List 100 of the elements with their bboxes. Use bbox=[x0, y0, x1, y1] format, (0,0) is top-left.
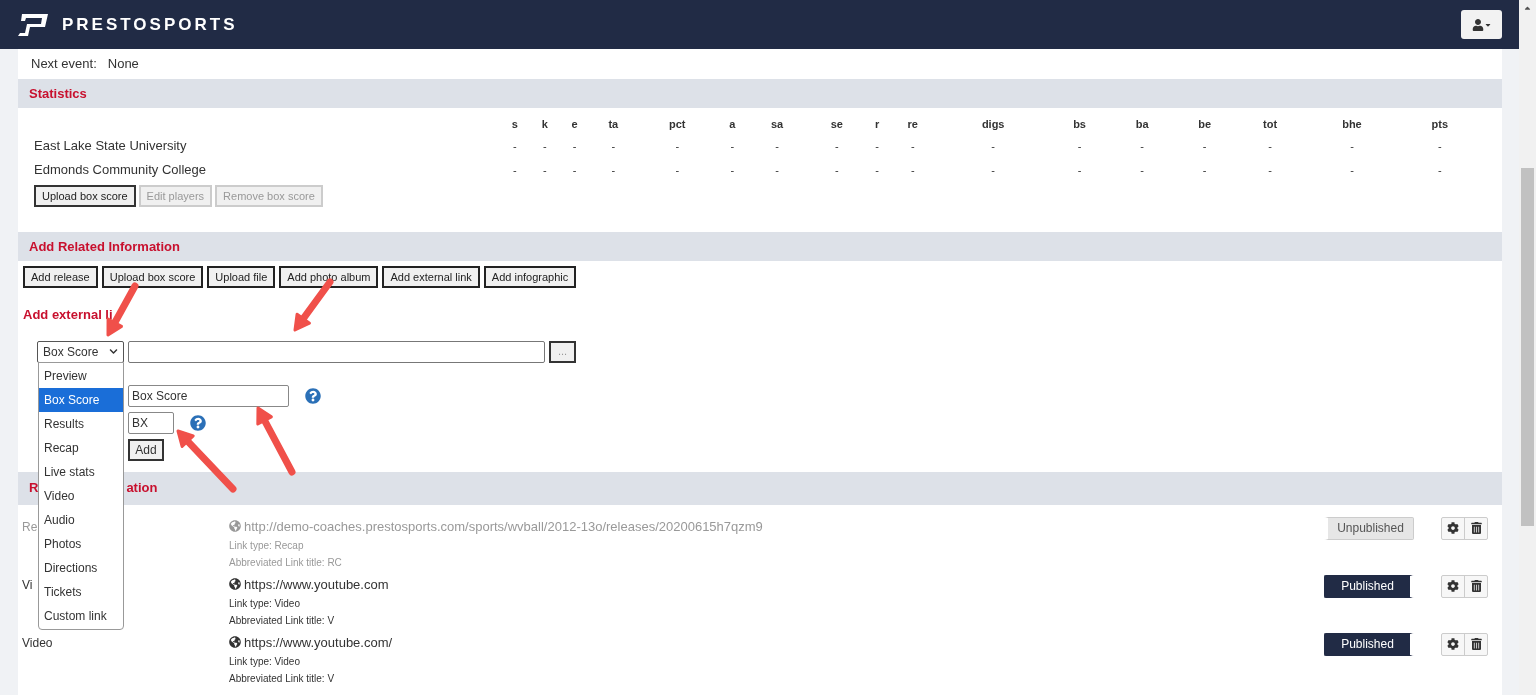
publish-toggle[interactable]: Published bbox=[1324, 632, 1414, 656]
column-header: pts bbox=[1431, 117, 1449, 130]
dropdown-option[interactable]: Audio bbox=[39, 508, 123, 532]
settings-icon bbox=[1447, 522, 1459, 534]
stat-cell: - bbox=[1077, 163, 1082, 176]
add-related-button[interactable]: Add infographic bbox=[483, 266, 577, 288]
dropdown-option[interactable]: Video bbox=[39, 484, 123, 508]
dropdown-option[interactable]: Preview bbox=[39, 364, 123, 388]
publish-toggle[interactable]: Unpublished bbox=[1324, 516, 1414, 540]
link-type-text: Link type: Video bbox=[229, 597, 301, 611]
stat-cell: - bbox=[1202, 139, 1207, 152]
logo-text: PRESTOSPORTS bbox=[62, 13, 238, 36]
stats-button[interactable]: Upload box score bbox=[34, 185, 136, 207]
next-event-value: None bbox=[107, 55, 139, 74]
dropdown-option[interactable]: Results bbox=[39, 412, 123, 436]
stat-cell: - bbox=[1268, 163, 1272, 176]
stat-cell: - bbox=[910, 163, 915, 176]
abbreviated-title-text: Abbreviated Link title: V bbox=[229, 672, 336, 686]
settings-icon bbox=[1447, 580, 1459, 592]
stat-cell: - bbox=[1350, 163, 1354, 176]
section-title: Statistics bbox=[29, 84, 87, 103]
stat-cell: - bbox=[513, 139, 517, 152]
related-item-type: Video bbox=[22, 635, 53, 650]
add-related-button[interactable]: Add photo album bbox=[279, 266, 379, 288]
link-type-text: Link type: Video bbox=[229, 655, 301, 669]
stat-cell: - bbox=[775, 163, 779, 176]
add-related-button[interactable]: Upload file bbox=[207, 266, 276, 288]
stat-cell: - bbox=[1202, 163, 1207, 176]
abbreviation-field[interactable]: BX bbox=[128, 411, 174, 434]
related-item-type: Vi bbox=[22, 577, 33, 592]
team-name: Edmonds Community College bbox=[34, 162, 206, 178]
publish-toggle[interactable]: Published bbox=[1324, 574, 1414, 598]
globe-icon bbox=[229, 636, 241, 649]
stat-cell: - bbox=[572, 139, 577, 152]
link-type-text: Link type: Recap bbox=[229, 539, 305, 553]
column-header: k bbox=[541, 117, 548, 130]
add-related-button[interactable]: Add release bbox=[23, 266, 98, 288]
stat-cell: - bbox=[572, 163, 577, 176]
annotation-arrow bbox=[106, 282, 139, 337]
related-item-type: Re bbox=[22, 519, 38, 534]
annotation-arrow bbox=[176, 429, 237, 493]
column-header: e bbox=[571, 117, 578, 130]
scroll-up-icon[interactable] bbox=[1523, 4, 1532, 13]
column-header: se bbox=[830, 117, 843, 130]
scrollbar[interactable] bbox=[1519, 0, 1536, 695]
related-link-url[interactable]: https://www.youtube.com/ bbox=[244, 632, 393, 652]
column-header: ta bbox=[608, 117, 619, 130]
settings-icon bbox=[1447, 638, 1459, 650]
globe-icon bbox=[229, 578, 241, 591]
stat-cell: - bbox=[611, 139, 616, 152]
section-title: ation bbox=[126, 479, 158, 498]
stat-cell: - bbox=[1268, 139, 1272, 152]
column-header: sa bbox=[771, 117, 784, 130]
next-event-label: Next event: bbox=[31, 55, 97, 74]
section-title: Add Related Information bbox=[29, 237, 180, 256]
stat-cell: - bbox=[834, 163, 839, 176]
column-header: bs bbox=[1073, 117, 1086, 130]
dropdown-option[interactable]: Custom link bbox=[39, 604, 123, 628]
link-type-select[interactable]: Box Score bbox=[37, 340, 124, 363]
user-menu-button[interactable] bbox=[1461, 10, 1502, 39]
trash-icon bbox=[1470, 638, 1482, 650]
stat-cell: - bbox=[991, 163, 996, 176]
abbreviated-title-text: Abbreviated Link title: RC bbox=[229, 556, 343, 570]
stat-cell: - bbox=[730, 163, 735, 176]
trash-icon bbox=[1470, 522, 1482, 534]
url-field[interactable] bbox=[128, 340, 545, 363]
chevron-icon bbox=[109, 347, 118, 356]
column-header: re bbox=[907, 117, 918, 130]
column-header: pct bbox=[669, 117, 686, 130]
link-title-field[interactable]: Box Score bbox=[128, 384, 289, 407]
dropdown-option[interactable]: Directions bbox=[39, 556, 123, 580]
annotation-arrow bbox=[256, 406, 296, 476]
add-related-button[interactable]: Add external link bbox=[382, 266, 480, 288]
stat-cell: - bbox=[675, 163, 680, 176]
globe-icon bbox=[229, 520, 241, 533]
dropdown-option[interactable]: Photos bbox=[39, 532, 123, 556]
stat-cell: - bbox=[1140, 139, 1144, 152]
dropdown-option[interactable]: Tickets bbox=[39, 580, 123, 604]
help-icon[interactable] bbox=[305, 387, 321, 404]
stat-cell: - bbox=[513, 163, 517, 176]
stat-cell: - bbox=[1140, 163, 1144, 176]
column-header: s bbox=[511, 117, 518, 130]
dropdown-option[interactable]: Recap bbox=[39, 436, 123, 460]
column-header: digs bbox=[981, 117, 1005, 130]
team-name: East Lake State University bbox=[34, 138, 187, 154]
add-button[interactable]: Add bbox=[128, 438, 164, 461]
stat-cell: - bbox=[1437, 163, 1442, 176]
help-icon[interactable] bbox=[190, 414, 206, 431]
scroll-thumb[interactable] bbox=[1521, 168, 1534, 526]
trash-icon bbox=[1470, 580, 1482, 592]
column-header: r bbox=[874, 117, 880, 130]
user-icon bbox=[1471, 18, 1484, 31]
dropdown-option[interactable]: Box Score bbox=[39, 388, 123, 412]
column-header: a bbox=[729, 117, 736, 130]
related-link-url[interactable]: https://www.youtube.com bbox=[244, 574, 389, 594]
add-related-button[interactable]: Upload box score bbox=[101, 266, 204, 288]
stat-cell: - bbox=[730, 139, 735, 152]
stat-cell: - bbox=[1350, 139, 1354, 152]
dropdown-option[interactable]: Live stats bbox=[39, 460, 123, 484]
stat-cell: - bbox=[542, 163, 547, 176]
